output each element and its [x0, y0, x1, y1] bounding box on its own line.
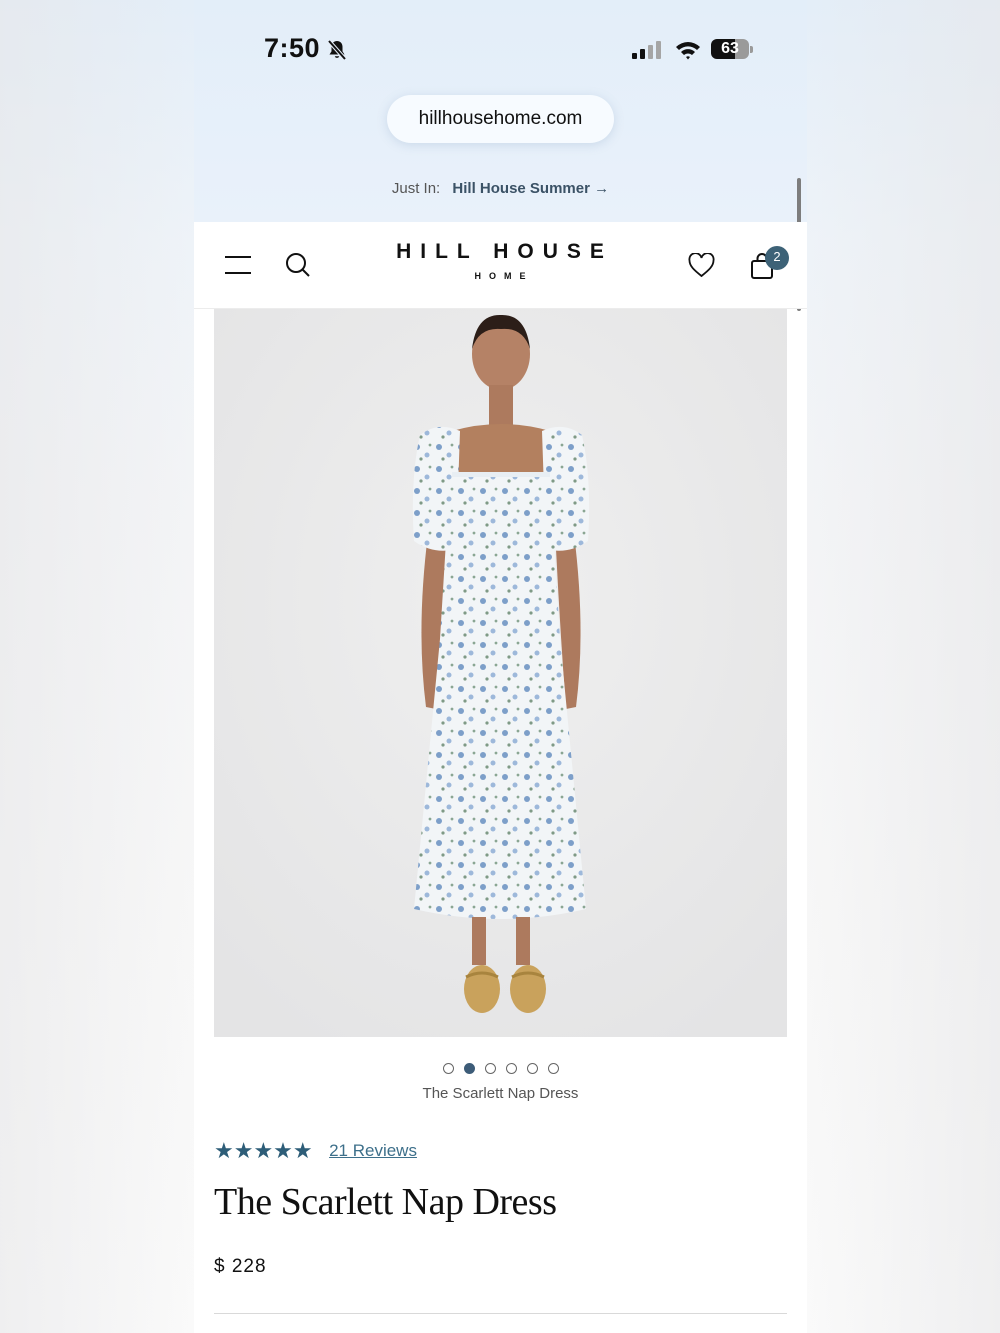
dress-photo — [214, 309, 787, 1037]
product-image[interactable] — [214, 309, 787, 1037]
cart-count-badge[interactable]: 2 — [765, 246, 789, 270]
address-bar[interactable]: hillhousehome.com — [387, 95, 614, 143]
carousel-dot-3[interactable] — [484, 1063, 496, 1075]
product-price: $ 228 — [214, 1256, 267, 1277]
carousel-dot-6[interactable] — [547, 1063, 559, 1075]
wifi-icon — [676, 42, 700, 60]
signal-icon — [632, 41, 661, 59]
battery-level: 63 — [721, 40, 739, 57]
rating-row: ★★★★★ 21 Reviews — [214, 1138, 417, 1163]
heart-icon[interactable] — [688, 253, 715, 278]
image-caption: The Scarlett Nap Dress — [422, 1085, 579, 1102]
site-logo[interactable]: HILL HOUSE HOME — [349, 240, 651, 281]
divider — [214, 1313, 787, 1314]
bell-off-icon — [327, 39, 347, 61]
site-header: HILL HOUSE HOME 2 — [194, 222, 807, 309]
browser-header: 7:50 63 hillhousehome.com Just In: Hill — [194, 0, 807, 222]
reviews-link[interactable]: 21 Reviews — [329, 1141, 417, 1161]
logo-sub: HOME — [474, 271, 534, 281]
star-rating-icon: ★★★★★ — [214, 1138, 313, 1163]
product-title: The Scarlett Nap Dress — [214, 1181, 557, 1223]
carousel-dot-4[interactable] — [505, 1063, 517, 1075]
logo-main: HILL HOUSE — [396, 240, 613, 263]
background-left — [0, 0, 194, 1333]
carousel-dot-2[interactable] — [463, 1063, 475, 1075]
status-time: 7:50 — [264, 33, 321, 63]
carousel-dot-1[interactable] — [442, 1063, 454, 1075]
menu-icon[interactable] — [224, 254, 252, 276]
search-icon[interactable] — [285, 252, 311, 278]
carousel-dot-5[interactable] — [526, 1063, 538, 1075]
promo-banner: Just In: Hill House Summer → — [194, 180, 807, 197]
battery-icon: 63 — [711, 39, 753, 59]
background-right — [806, 0, 1000, 1333]
promo-link[interactable]: Hill House Summer → — [452, 180, 609, 197]
promo-prefix: Just In: — [391, 180, 441, 197]
carousel-dots — [194, 1060, 807, 1075]
phone-screen: 7:50 63 hillhousehome.com Just In: Hill — [194, 0, 807, 1333]
